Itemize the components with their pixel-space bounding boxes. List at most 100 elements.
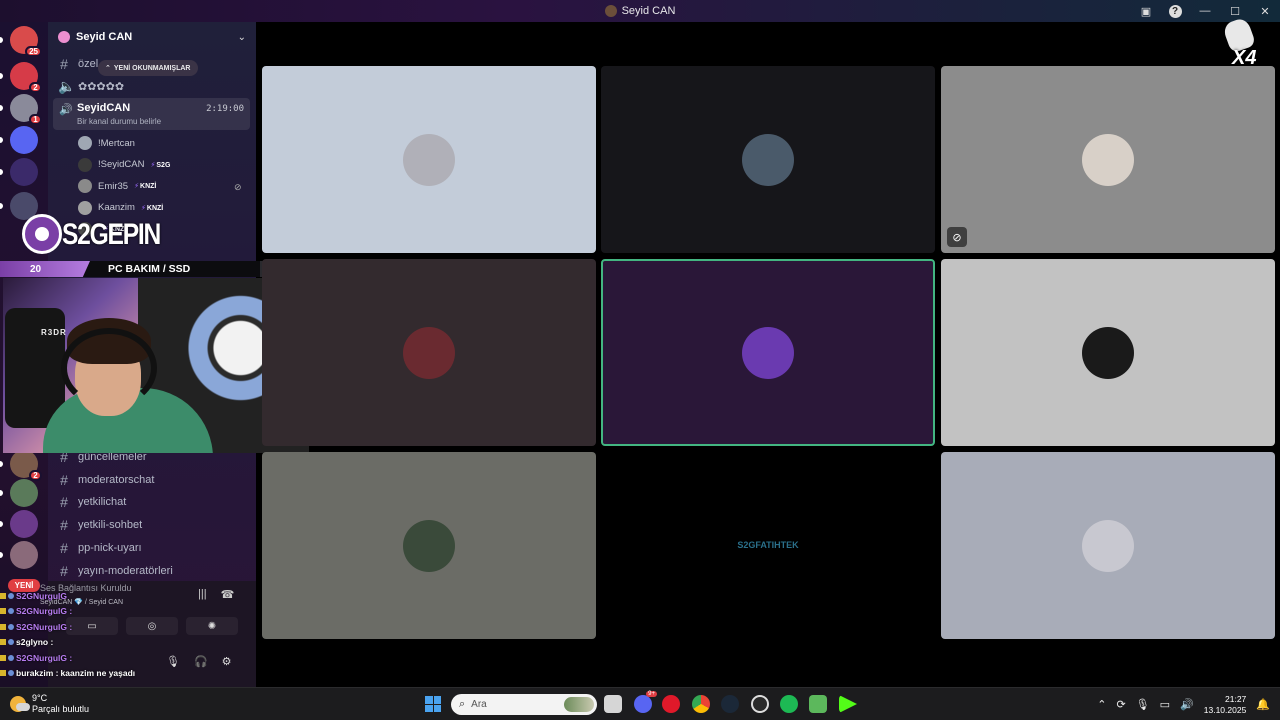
voice-channel-flowers[interactable]: 🔈 ✿✿✿✿✿: [58, 77, 124, 95]
video-tile[interactable]: ⊘: [941, 66, 1275, 253]
badge-icon: [8, 592, 14, 599]
guild-header[interactable]: Seyid CAN ⌄: [48, 22, 256, 52]
file-explorer-icon[interactable]: [604, 695, 622, 713]
chevron-up-icon[interactable]: ⌃: [1097, 698, 1106, 711]
channel-label: moderatorschat: [78, 473, 155, 486]
participant-avatar: [1082, 133, 1134, 186]
video-tile[interactable]: S2GFATIHTEK: [601, 452, 935, 639]
unread-badge: 25: [25, 46, 42, 57]
video-tile[interactable]: [601, 66, 935, 253]
taskbar-search[interactable]: ⌕ Ara: [451, 694, 597, 715]
video-tile[interactable]: [262, 259, 596, 446]
badge-icon: [8, 608, 14, 615]
clock-date: 13.10.2025: [1203, 704, 1247, 715]
clock[interactable]: 21:27 13.10.2025: [1204, 694, 1247, 716]
voice-channel-status[interactable]: Bir kanal durumu belirle: [77, 117, 161, 126]
obs-icon[interactable]: [751, 695, 769, 713]
avatar: [78, 157, 92, 172]
badge-icon: [0, 670, 6, 677]
inbox-icon[interactable]: ▣: [1132, 0, 1160, 22]
text-channel[interactable]: # yayın-moderatörleri: [58, 562, 173, 580]
server-icon[interactable]: [10, 479, 38, 507]
active-voice-channel[interactable]: 🔊 SeyidCAN Bir kanal durumu belirle 2:19…: [53, 98, 250, 130]
clan-tag: KNZİ: [134, 182, 156, 190]
headphones-icon[interactable]: 🎧: [194, 655, 208, 668]
server-icon[interactable]: [10, 510, 38, 538]
video-tile[interactable]: [941, 259, 1275, 446]
channel-label: ✿✿✿✿✿: [78, 80, 125, 93]
voice-member[interactable]: !SeyidCAN S2G: [78, 156, 170, 174]
badge-icon: [8, 623, 14, 630]
unread-pill[interactable]: ⌃ YENİ OKUNMAMIŞLAR: [98, 60, 198, 76]
chrome-icon[interactable]: [692, 695, 710, 713]
unread-badge: 2: [29, 470, 42, 481]
text-channel[interactable]: # moderatorschat: [58, 471, 154, 489]
volume-icon[interactable]: 🔊: [1180, 698, 1194, 711]
soundboard-button[interactable]: ✺: [186, 617, 238, 635]
server-icon[interactable]: 1: [10, 94, 42, 125]
network-icon[interactable]: ▭: [1160, 698, 1170, 711]
video-tile[interactable]: [601, 259, 935, 446]
minimize-button[interactable]: —: [1190, 0, 1220, 22]
chat-username: s2glyno :: [16, 637, 54, 648]
spotify-icon[interactable]: [780, 695, 798, 713]
server-icon[interactable]: [10, 541, 38, 569]
windows-start-icon[interactable]: [425, 696, 441, 712]
weather-cloud-sun-icon: [10, 696, 30, 712]
clan-tag: S2G: [150, 161, 170, 169]
server-icon[interactable]: 2: [10, 450, 42, 481]
brand-logo-icon: [22, 214, 62, 254]
participant-avatar: [403, 326, 455, 379]
badge-icon: [8, 654, 14, 661]
unread-pip: [0, 552, 3, 558]
chevron-down-icon[interactable]: ⌄: [238, 32, 246, 43]
hash-icon: #: [60, 56, 68, 72]
unread-pip: [0, 137, 3, 143]
server-icon[interactable]: 25: [10, 26, 42, 57]
member-name: !Mertcan: [98, 137, 135, 149]
soundboard-icon[interactable]: |||: [198, 588, 207, 601]
video-tile[interactable]: [262, 66, 596, 253]
avatar: [78, 136, 92, 150]
kick-icon[interactable]: [839, 695, 857, 713]
member-name: Emir35: [98, 180, 129, 192]
maximize-button[interactable]: ☐: [1220, 0, 1250, 22]
opera-icon[interactable]: [662, 695, 680, 713]
unread-badge: 2: [29, 82, 42, 93]
minecraft-icon[interactable]: [809, 695, 827, 713]
discord-icon[interactable]: 9+: [634, 691, 657, 713]
streamer: [43, 318, 213, 453]
notification-bell-icon[interactable]: 🔔: [1256, 698, 1270, 711]
hash-icon: #: [60, 494, 68, 511]
weather-widget[interactable]: 9°C Parçalı bulutlu: [10, 693, 89, 715]
title-bar: Seyid CAN ▣ ? — ☐ ✕: [0, 0, 1280, 22]
text-channel[interactable]: # yetkilichat: [58, 493, 126, 511]
chat-text: kaanzim ne yaşadı: [60, 668, 136, 679]
voice-member[interactable]: !Mertcan: [78, 134, 135, 152]
channel-label: yetkilichat: [78, 496, 127, 509]
disconnect-icon[interactable]: ☎: [221, 588, 235, 601]
video-tile[interactable]: [262, 452, 596, 639]
chat-username: S2GNurgulG :: [16, 606, 73, 617]
text-channel[interactable]: # yetkili-sohbet: [58, 516, 142, 534]
close-button[interactable]: ✕: [1250, 0, 1280, 22]
steam-icon[interactable]: [721, 695, 739, 713]
channel-ozel[interactable]: # özel: [58, 55, 98, 73]
settings-gear-icon[interactable]: ⚙: [222, 655, 232, 668]
discord-badge: 9+: [646, 691, 657, 697]
help-icon[interactable]: ?: [1160, 0, 1190, 22]
text-channel[interactable]: # pp-nick-uyarı: [58, 539, 141, 557]
participant-avatar: [1082, 326, 1134, 379]
chat-message: S2GNurgulG :: [0, 604, 160, 620]
video-tile[interactable]: [941, 452, 1275, 639]
stream-brand: S2GEPIN: [12, 210, 162, 258]
microphone-icon[interactable]: 🎙: [166, 655, 180, 668]
badge-icon: [8, 639, 14, 646]
sync-icon[interactable]: ⟳: [1116, 698, 1125, 711]
voice-member[interactable]: Emir35 KNZİ: [78, 177, 156, 195]
microphone-icon[interactable]: 🎙: [1136, 698, 1150, 711]
server-icon[interactable]: [10, 158, 38, 186]
unread-pip: [0, 203, 3, 209]
server-icon[interactable]: [10, 126, 38, 154]
server-icon[interactable]: 2: [10, 62, 42, 93]
